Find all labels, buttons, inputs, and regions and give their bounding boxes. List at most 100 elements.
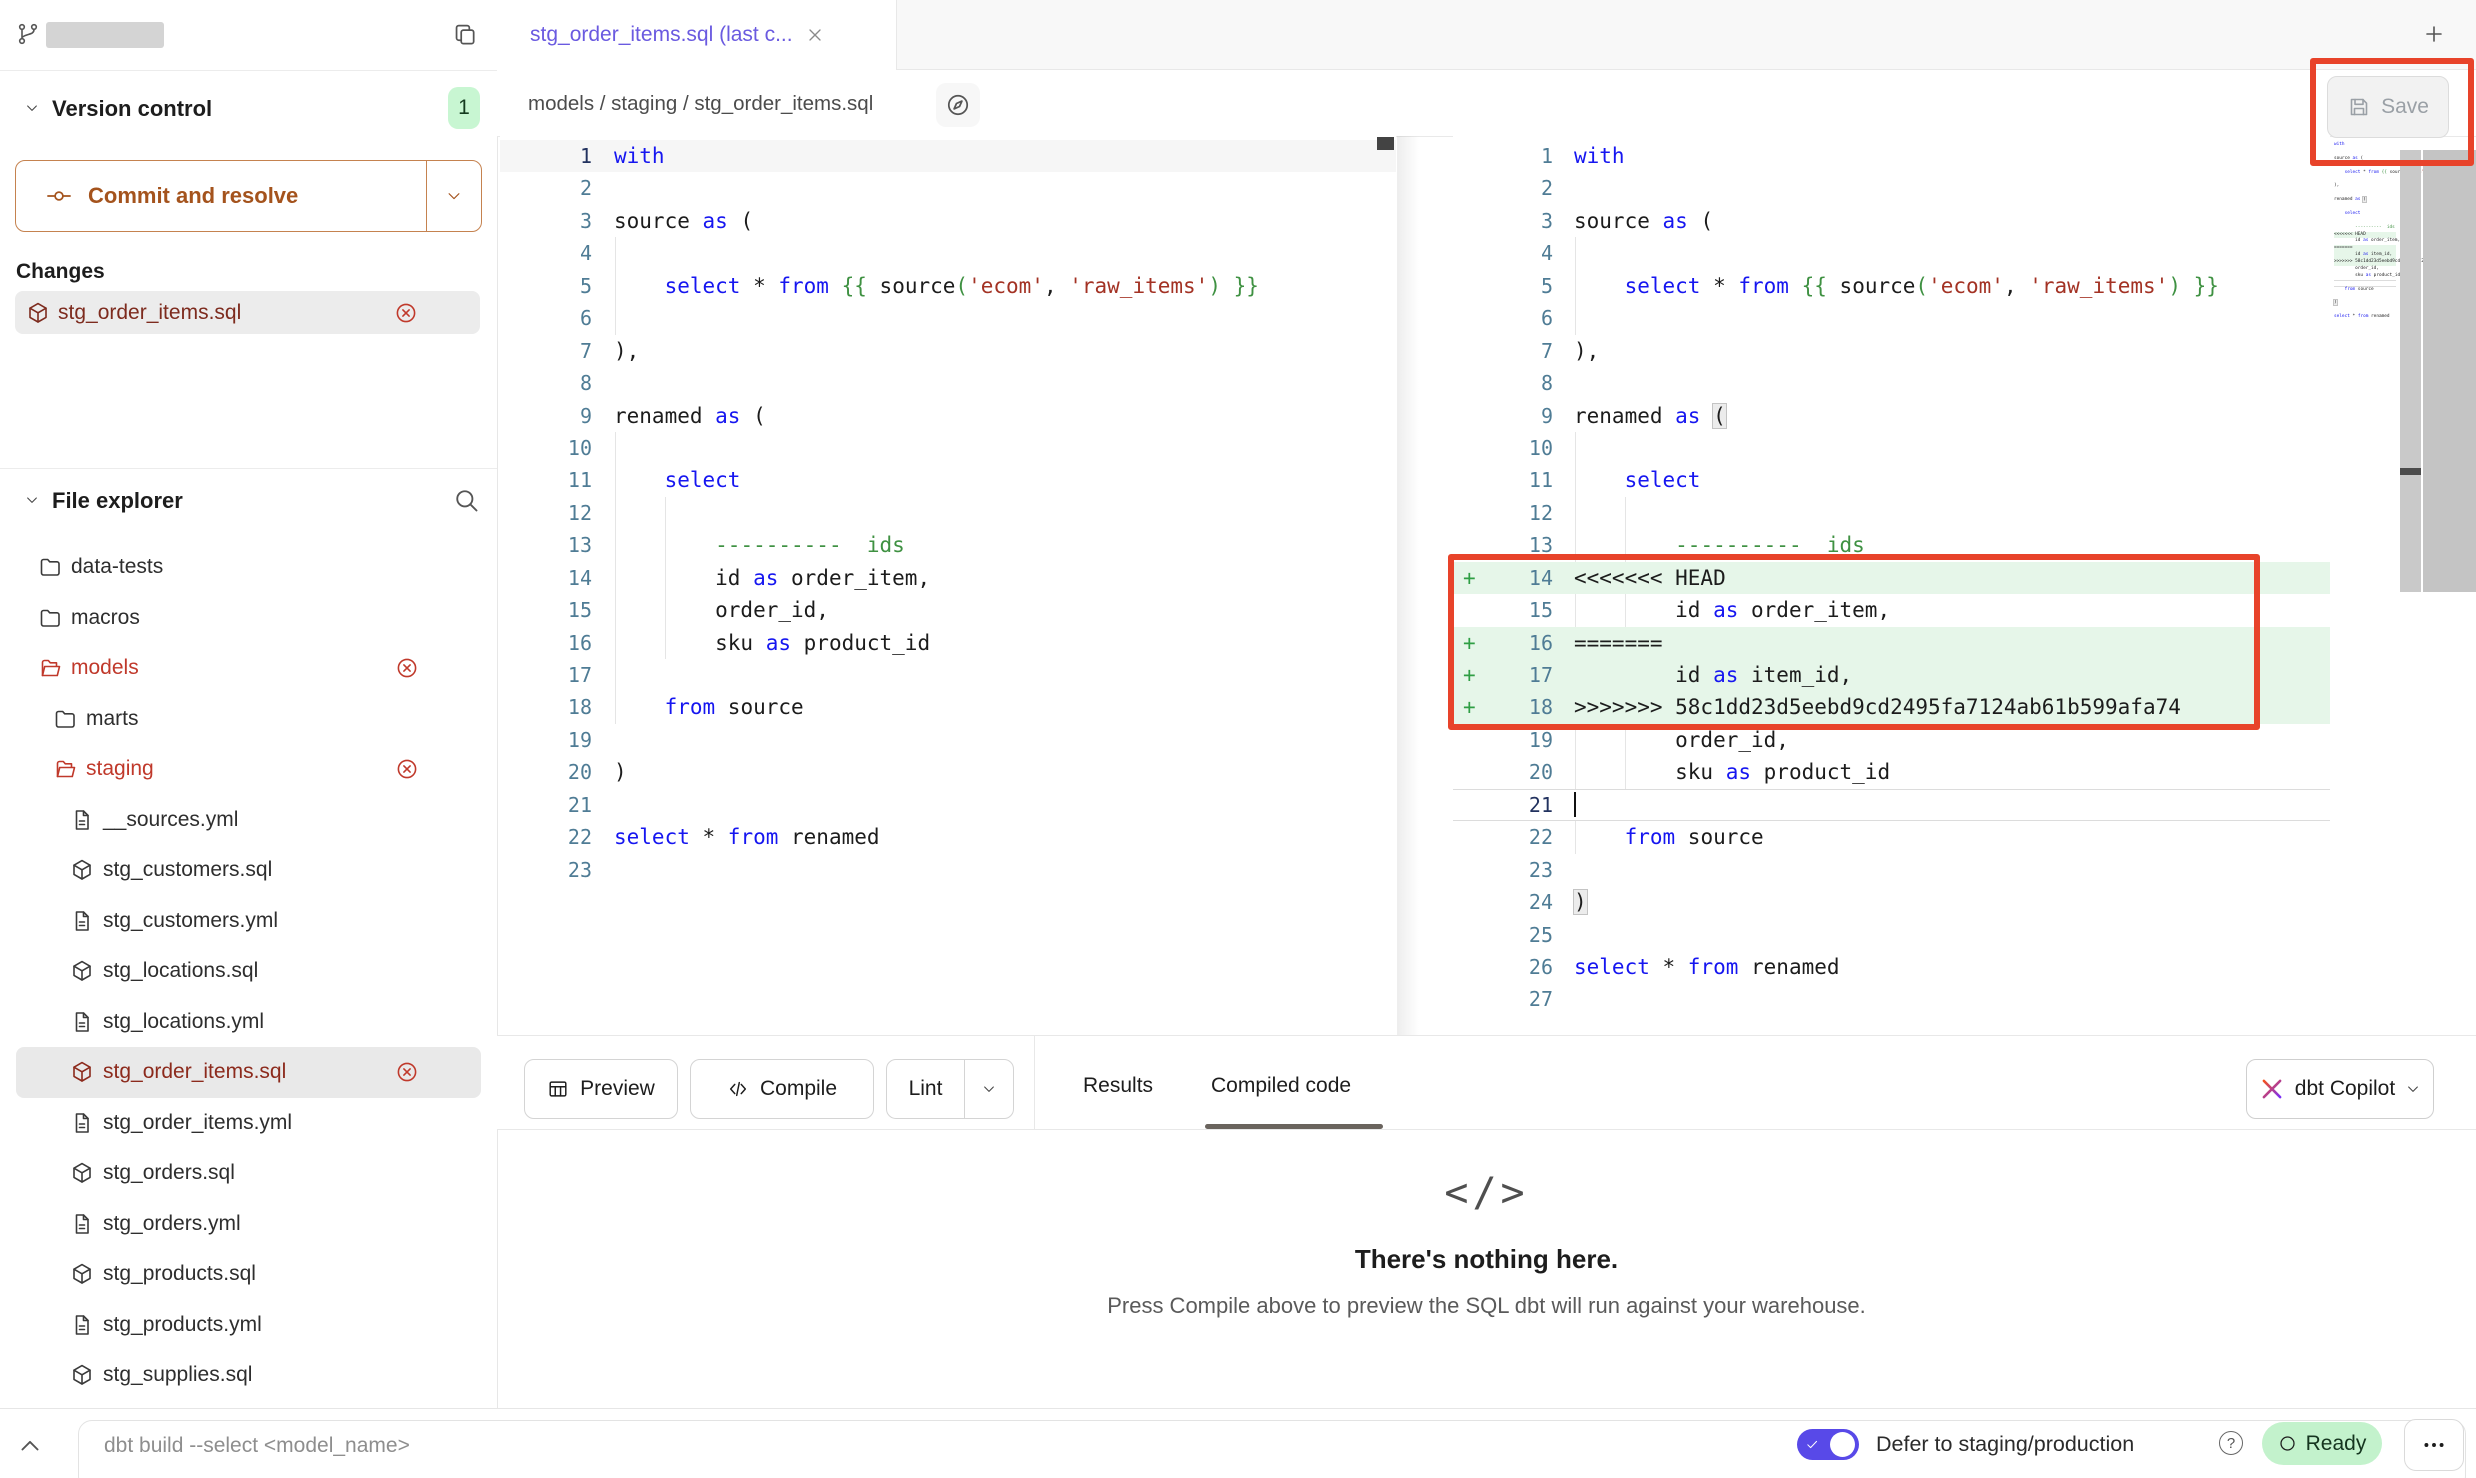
code-line[interactable]: 12 (1453, 497, 2330, 529)
code-line[interactable]: 15 id as order_item, (2334, 238, 2396, 245)
code-line[interactable]: 10 (500, 432, 1396, 464)
file-row[interactable]: stg_locations.yml (16, 997, 481, 1048)
save-button[interactable]: Save (2327, 76, 2449, 138)
file-row[interactable]: stg_orders.yml (16, 1199, 481, 1250)
file-row[interactable]: models (16, 643, 481, 694)
copy-icon[interactable] (452, 22, 478, 48)
code-line[interactable]: 22 from source (2334, 287, 2396, 294)
code-line[interactable]: +14<<<<<<< HEAD (1453, 562, 2330, 594)
code-line[interactable]: 8 (1453, 367, 2330, 399)
tab-compiled-code[interactable]: Compiled code (1211, 1074, 1351, 1098)
file-row[interactable]: stg_customers.yml (16, 896, 481, 947)
code-line[interactable]: 5 select * from {{ source('ecom', 'raw_i… (500, 270, 1396, 302)
editor-pane-original[interactable]: 1with23source as (45 select * from {{ so… (500, 136, 1396, 886)
chevron-down-icon[interactable] (24, 492, 40, 508)
code-line[interactable]: 7), (2334, 183, 2396, 190)
code-line[interactable]: 24) (2334, 300, 2396, 307)
code-line[interactable]: 12 (500, 497, 1396, 529)
code-line[interactable]: 11 select (2334, 211, 2396, 218)
chevron-up-icon[interactable] (16, 1432, 44, 1460)
code-line[interactable]: 19 (500, 724, 1396, 756)
code-line[interactable]: 9renamed as ( (500, 400, 1396, 432)
code-line[interactable]: 20) (500, 756, 1396, 788)
code-line[interactable]: 3source as ( (1453, 205, 2330, 237)
code-line[interactable]: 5 select * from {{ source('ecom', 'raw_i… (2334, 170, 2396, 177)
code-line[interactable]: 13 ---------- ids (1453, 529, 2330, 561)
editor-scrollbar-track[interactable] (2423, 150, 2476, 592)
code-line[interactable]: 3source as ( (2334, 156, 2396, 163)
tab-stg-order-items[interactable]: stg_order_items.sql (last c... (497, 0, 897, 70)
code-line[interactable]: 8 (500, 367, 1396, 399)
code-line[interactable]: 15 order_id, (500, 594, 1396, 626)
code-line[interactable]: 18 from source (500, 691, 1396, 723)
code-line[interactable]: 27 (1453, 983, 2330, 1015)
code-line[interactable]: 1with (1453, 140, 2330, 172)
code-line[interactable]: 13 ---------- ids (2334, 225, 2396, 232)
file-row[interactable]: stg_locations.sql (16, 946, 481, 997)
left-pane-scrollbar-thumb[interactable] (1377, 137, 1394, 150)
code-line[interactable]: 6 (2334, 176, 2396, 183)
code-line[interactable]: +18>>>>>>> 58c1dd23d5eebd9cd2495fa7124ab… (1453, 691, 2330, 723)
remove-circle-icon[interactable] (395, 656, 419, 680)
code-line[interactable]: 22select * from renamed (500, 821, 1396, 853)
code-line[interactable]: 9renamed as ( (1453, 400, 2330, 432)
code-line[interactable]: 2 (2334, 149, 2396, 156)
code-line[interactable]: 20 sku as product_id (1453, 756, 2330, 788)
code-line[interactable]: 24) (1453, 886, 2330, 918)
code-line[interactable]: 21 (1453, 789, 2330, 821)
file-row[interactable]: data-tests (16, 542, 481, 593)
code-line[interactable]: 10 (2334, 204, 2396, 211)
editor-pane-current[interactable]: 1with23source as (45 select * from {{ so… (1453, 136, 2330, 1016)
lint-button[interactable]: Lint (886, 1059, 1014, 1119)
code-line[interactable]: 21 (500, 789, 1396, 821)
code-line[interactable]: 26select * from renamed (2334, 314, 2396, 321)
code-line[interactable]: +16======= (1453, 627, 2330, 659)
code-line[interactable]: 4 (1453, 237, 2330, 269)
remove-circle-icon[interactable] (395, 1060, 419, 1084)
file-row[interactable]: stg_products.sql (16, 1249, 481, 1300)
file-row[interactable]: stg_order_items.yml (16, 1098, 481, 1149)
kebab-menu-button[interactable] (2404, 1419, 2464, 1471)
minimap[interactable]: 1with23source as (45 select * from {{ so… (2334, 142, 2396, 328)
code-line[interactable]: 21 (2334, 280, 2396, 287)
file-row[interactable]: staging (16, 744, 481, 795)
code-line[interactable]: 23 (2334, 294, 2396, 301)
help-icon[interactable]: ? (2219, 1431, 2243, 1455)
code-line[interactable]: 16 sku as product_id (500, 627, 1396, 659)
tab-results[interactable]: Results (1083, 1074, 1153, 1098)
code-line[interactable]: 11 select (500, 464, 1396, 496)
code-line[interactable]: 2 (500, 172, 1396, 204)
chevron-down-icon[interactable] (24, 100, 40, 116)
remove-circle-icon[interactable] (394, 301, 418, 325)
code-line[interactable]: 19 order_id, (1453, 724, 2330, 756)
code-line[interactable]: 27 (2334, 321, 2396, 328)
code-line[interactable]: 1with (500, 140, 1396, 172)
code-line[interactable]: 2 (1453, 172, 2330, 204)
preview-button[interactable]: Preview (524, 1059, 678, 1119)
commit-and-resolve-main[interactable]: Commit and resolve (16, 161, 426, 231)
code-line[interactable]: 19 order_id, (2334, 266, 2396, 273)
code-line[interactable]: 4 (2334, 163, 2396, 170)
code-line[interactable]: 23 (500, 854, 1396, 886)
lint-options-chevron[interactable] (964, 1060, 1013, 1118)
close-icon[interactable] (805, 25, 825, 45)
file-row[interactable]: stg_order_items.sql (16, 1047, 481, 1098)
minimap-scrollbar-thumb[interactable] (2400, 468, 2421, 475)
commit-options-chevron[interactable] (426, 161, 481, 231)
code-line[interactable]: 22 from source (1453, 821, 2330, 853)
file-row[interactable]: macros (16, 593, 481, 644)
code-line[interactable]: 15 id as order_item, (1453, 594, 2330, 626)
code-line[interactable]: 12 (2334, 218, 2396, 225)
file-row[interactable]: __sources.yml (16, 795, 481, 846)
code-line[interactable]: 17 (500, 659, 1396, 691)
code-line[interactable]: 4 (500, 237, 1396, 269)
code-line[interactable]: 1with (2334, 142, 2396, 149)
code-line[interactable]: 26select * from renamed (1453, 951, 2330, 983)
commit-and-resolve-button[interactable]: Commit and resolve (15, 160, 482, 232)
file-row[interactable]: stg_orders.sql (16, 1148, 481, 1199)
code-line[interactable]: 25 (1453, 919, 2330, 951)
file-row[interactable]: stg_customers.sql (16, 845, 481, 896)
code-line[interactable]: 23 (1453, 854, 2330, 886)
file-row[interactable]: stg_supplies.sql (16, 1350, 481, 1401)
search-icon[interactable] (452, 486, 480, 514)
